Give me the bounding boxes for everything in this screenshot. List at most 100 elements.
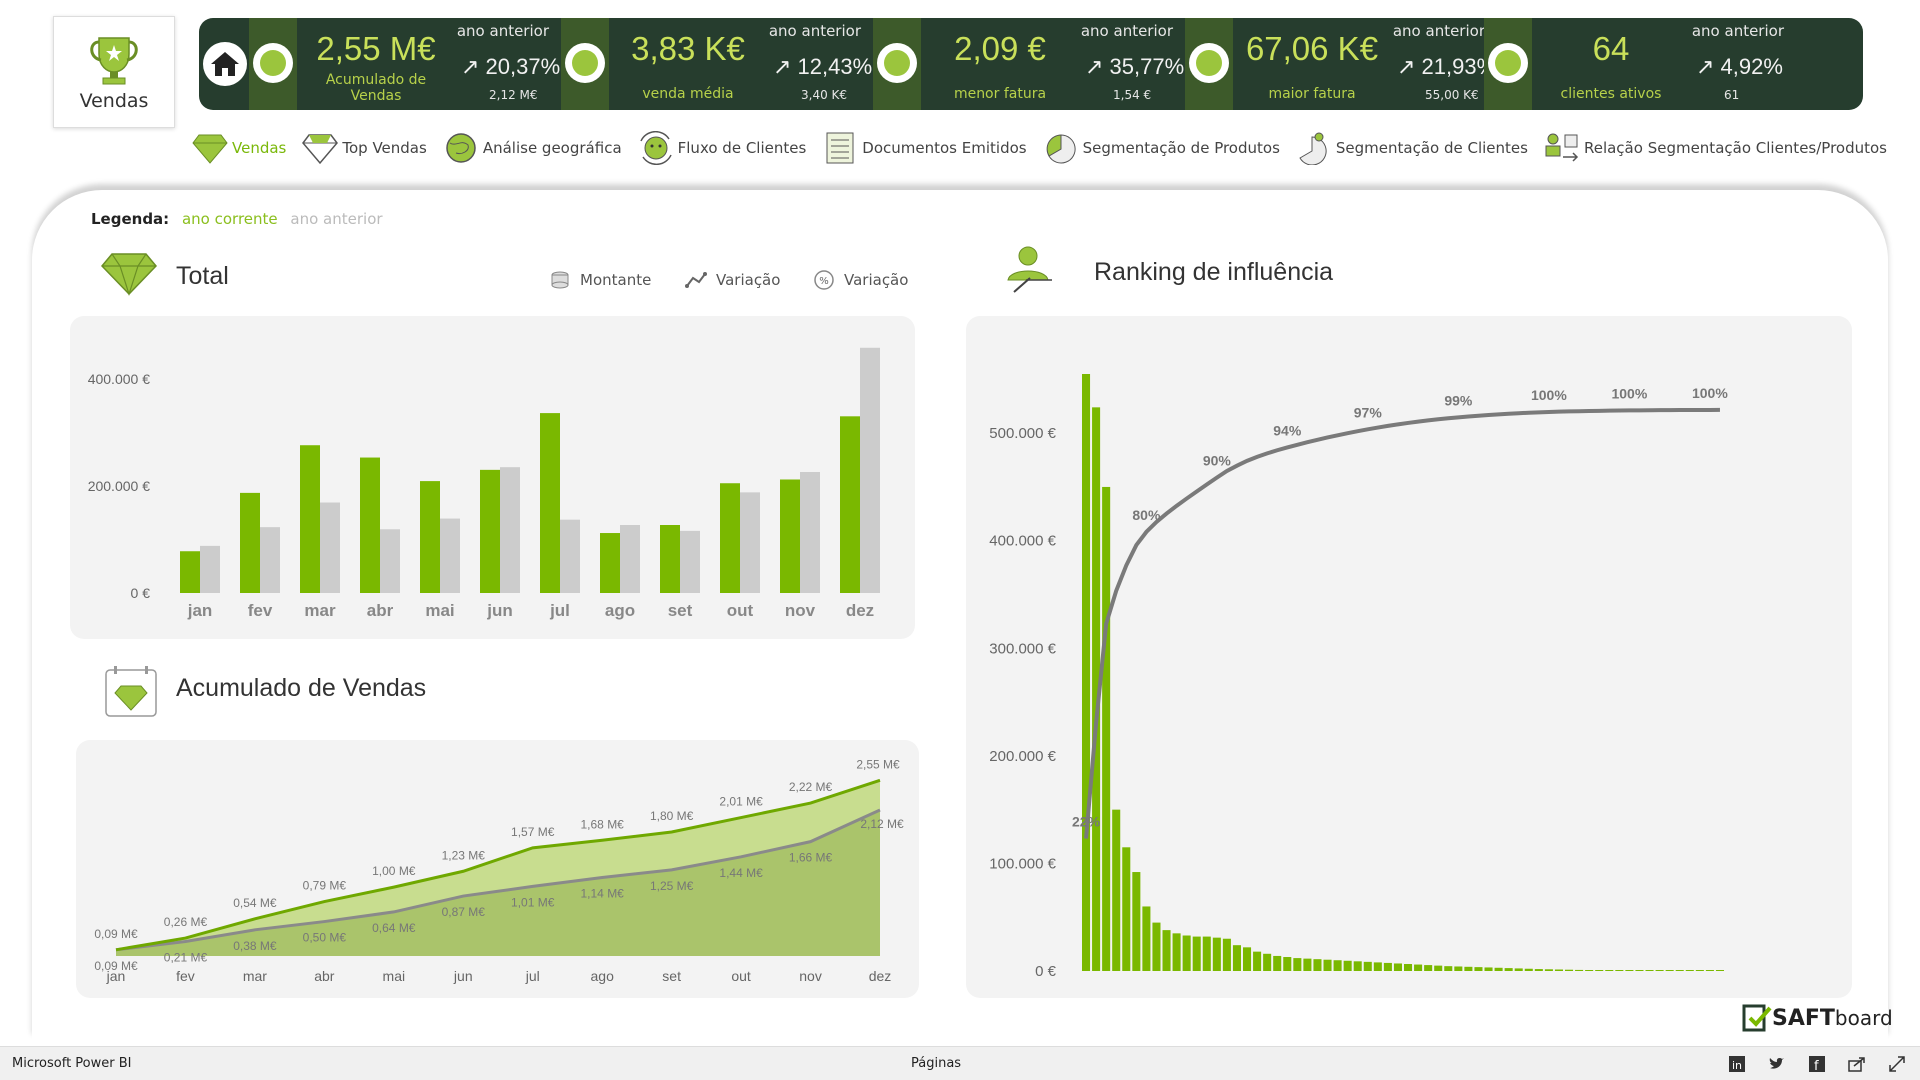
ranking-bar — [1414, 964, 1423, 971]
kpi-bar: 2,55 M€ Acumulado de Vendas ano anterior ↗ … — [199, 18, 1863, 110]
fullscreen-icon[interactable] — [1888, 1055, 1906, 1073]
ranking-bar — [1172, 933, 1181, 971]
ranking-bar — [1494, 967, 1503, 971]
kpi-prev-val: 55,00 K€ — [1425, 88, 1479, 102]
toggle-variacao-pct-label: Variação — [844, 271, 909, 289]
data-label-current: 1,80 M€ — [650, 809, 694, 823]
x-tick-label: fev — [248, 601, 273, 620]
nav-item-segmentacao-de-produtos[interactable]: Segmentação de Produtos — [1041, 129, 1280, 167]
data-label-current: 1,57 M€ — [511, 825, 555, 839]
nav-item-label: Segmentação de Clientes — [1335, 139, 1528, 157]
nav-item-fluxo-de-clientes[interactable]: Fluxo de Clientes — [636, 129, 806, 167]
nav-item-documentos-emitidos[interactable]: Documentos Emitidos — [820, 129, 1027, 167]
vendas-logo-tile[interactable]: Vendas — [53, 16, 175, 128]
x-tick-label: nov — [799, 968, 822, 984]
ranking-bar — [1715, 970, 1724, 971]
cumulative-line — [1084, 407, 1720, 839]
pages-button[interactable]: Páginas — [911, 1056, 961, 1071]
cumulative-label: 100% — [1692, 385, 1728, 401]
ranking-bar — [1625, 970, 1634, 971]
ranking-bar — [1424, 965, 1433, 971]
ranking-bar — [1323, 959, 1332, 971]
bar-previous — [500, 467, 520, 593]
nav-item-segmentacao-de-clientes[interactable]: Segmentação de Clientes — [1294, 129, 1528, 167]
data-label-current: 2,55 M€ — [856, 757, 900, 771]
data-label-previous: 2,12 M€ — [860, 817, 904, 831]
y-tick-label: 400.000 € — [88, 371, 150, 387]
toggle-montante[interactable]: Montante — [548, 268, 651, 292]
x-tick-label: mar — [243, 968, 267, 984]
ranking-bar — [1484, 967, 1493, 971]
nav-item-analise-geografica[interactable]: Análise geográfica — [441, 129, 622, 167]
page-navigation: Vendas Top Vendas Análise geográfica Fluxo … — [190, 128, 1901, 168]
ranking-bar — [1585, 970, 1594, 971]
kpi-prev-val: 2,12 M€ — [489, 88, 538, 102]
kpi-prev-title: ano anterior — [1392, 22, 1485, 40]
x-tick-label: dez — [869, 968, 892, 984]
ranking-bar — [1575, 969, 1584, 971]
ranking-bar — [1404, 964, 1413, 971]
nav-item-top-vendas[interactable]: Top Vendas — [300, 129, 427, 167]
bar-previous — [260, 527, 280, 593]
bar-current — [360, 457, 380, 593]
x-tick-label: out — [727, 601, 754, 620]
ranking-bar — [1454, 966, 1463, 971]
y-tick-label: 200.000 € — [989, 748, 1056, 765]
data-label-current: 0,09 M€ — [94, 927, 138, 941]
customers-icon — [1488, 43, 1528, 83]
x-tick-label: mai — [383, 968, 406, 984]
ranking-bar — [1192, 936, 1201, 971]
calendar-diamond-icon — [253, 43, 293, 83]
calendar-diamond-icon — [105, 666, 157, 717]
x-tick-label: nov — [785, 601, 816, 620]
facebook-icon[interactable]: f — [1808, 1055, 1826, 1073]
nav-item-relacao-segmentacao-clientes-produtos[interactable]: Relação Segmentação Clientes/Produtos — [1542, 129, 1887, 167]
data-label-current: 0,79 M€ — [303, 879, 347, 893]
app-name: Microsoft Power BI — [12, 1056, 132, 1071]
ranking-bar — [1152, 922, 1161, 971]
ranking-bar — [1112, 809, 1121, 971]
brand-suffix: board — [1834, 1006, 1893, 1030]
diamond-outline-icon — [300, 129, 340, 167]
kpi-value: 2,55 M€ — [316, 30, 436, 67]
trophy-icon — [90, 37, 138, 85]
kpi-label: Acumulado de Vendas — [325, 72, 427, 104]
toggle-variacao-abs[interactable]: Variação — [684, 268, 780, 292]
toggle-variacao-pct[interactable]: % Variação — [812, 268, 908, 292]
linkedin-icon[interactable]: in — [1728, 1055, 1746, 1073]
home-button[interactable] — [203, 42, 247, 86]
x-tick-label: ago — [605, 601, 635, 620]
bar-current — [780, 479, 800, 593]
ranking-bar — [1293, 958, 1302, 971]
twitter-icon[interactable] — [1768, 1055, 1786, 1073]
ranking-bar — [1162, 930, 1171, 971]
bar-current — [720, 483, 740, 593]
ranking-bar — [1695, 970, 1704, 971]
ranking-bar — [1273, 955, 1282, 971]
data-label-current: 0,26 M€ — [164, 915, 208, 929]
x-tick-label: mar — [304, 601, 336, 620]
percent-icon: % — [812, 268, 836, 292]
y-tick-label: 300.000 € — [989, 640, 1056, 657]
ranking-bar — [1705, 970, 1714, 971]
kpi-value: 67,06 K€ — [1245, 30, 1379, 67]
data-label-previous: 0,64 M€ — [372, 921, 416, 935]
nav-item-vendas[interactable]: Vendas — [190, 129, 286, 167]
acumulado-area-chart: 0,09 M€ 0,26 M€ 0,54 M€ 0,79 M€ 1,00 M€ 1,23 … — [94, 757, 904, 984]
svg-text:f: f — [1814, 1059, 1819, 1072]
ranking-bar — [1283, 957, 1292, 971]
bar-previous — [800, 471, 820, 593]
ranking-bar — [1383, 962, 1392, 971]
bar-current — [480, 469, 500, 593]
ranking-bar — [1474, 967, 1483, 971]
acumulado-title: Acumulado de Vendas — [176, 674, 427, 702]
share-icon[interactable] — [1848, 1055, 1866, 1073]
ranking-bar — [1253, 951, 1262, 971]
kpi-prev-val: 1,54 € — [1113, 88, 1152, 102]
ranking-bar — [1675, 970, 1684, 971]
coins-icon — [548, 268, 572, 292]
cumulative-label: 90% — [1203, 453, 1232, 469]
ranking-bar — [1685, 970, 1694, 971]
influence-person-icon — [1007, 246, 1052, 293]
ranking-chart-card: 0 € 100.000 € 200.000 € 300.000 € 400.000 € 5… — [966, 316, 1852, 998]
